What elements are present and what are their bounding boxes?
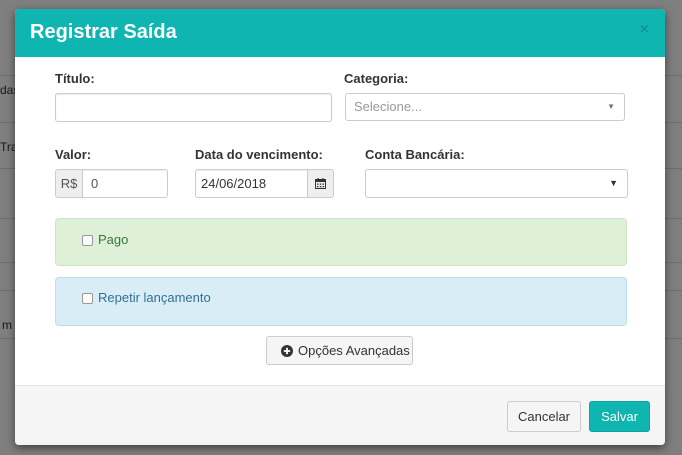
categoria-select[interactable]: Selecione... ▼ (345, 93, 625, 121)
repetir-label[interactable]: Repetir lançamento (98, 290, 211, 305)
calendar-button[interactable] (307, 169, 334, 198)
plus-circle-icon (281, 345, 293, 357)
categoria-placeholder: Selecione... (354, 99, 422, 114)
repetir-panel: Repetir lançamento (55, 277, 627, 326)
categoria-label: Categoria: (344, 71, 409, 86)
advanced-options-label: Opções Avançadas (298, 343, 410, 358)
modal-header: Registrar Saída × (15, 9, 665, 57)
cancel-button[interactable]: Cancelar (507, 401, 581, 432)
valor-label: Valor: (55, 147, 92, 162)
repetir-checkbox[interactable] (82, 293, 93, 304)
pago-label[interactable]: Pago (98, 232, 128, 247)
pago-checkbox[interactable] (82, 235, 93, 246)
pago-panel: Pago (55, 218, 627, 266)
titulo-input[interactable] (55, 93, 332, 122)
chevron-down-icon: ▼ (609, 178, 618, 188)
vencimento-input[interactable] (195, 169, 308, 198)
conta-label: Conta Bancária: (365, 147, 465, 162)
close-icon[interactable]: × (640, 22, 649, 38)
calendar-icon (315, 178, 326, 189)
save-button[interactable]: Salvar (589, 401, 650, 432)
conta-select[interactable]: ▼ (365, 169, 628, 198)
currency-addon: R$ (55, 169, 83, 198)
valor-input[interactable] (82, 169, 168, 198)
register-expense-modal: Registrar Saída × Título: Categoria: Sel… (15, 9, 665, 445)
modal-footer: Cancelar Salvar (15, 385, 665, 445)
titulo-label: Título: (55, 71, 95, 86)
modal-title: Registrar Saída (30, 21, 177, 43)
advanced-options-button[interactable]: Opções Avançadas (266, 336, 413, 365)
chevron-down-icon: ▼ (607, 102, 615, 111)
vencimento-label: Data do vencimento: (195, 147, 323, 162)
